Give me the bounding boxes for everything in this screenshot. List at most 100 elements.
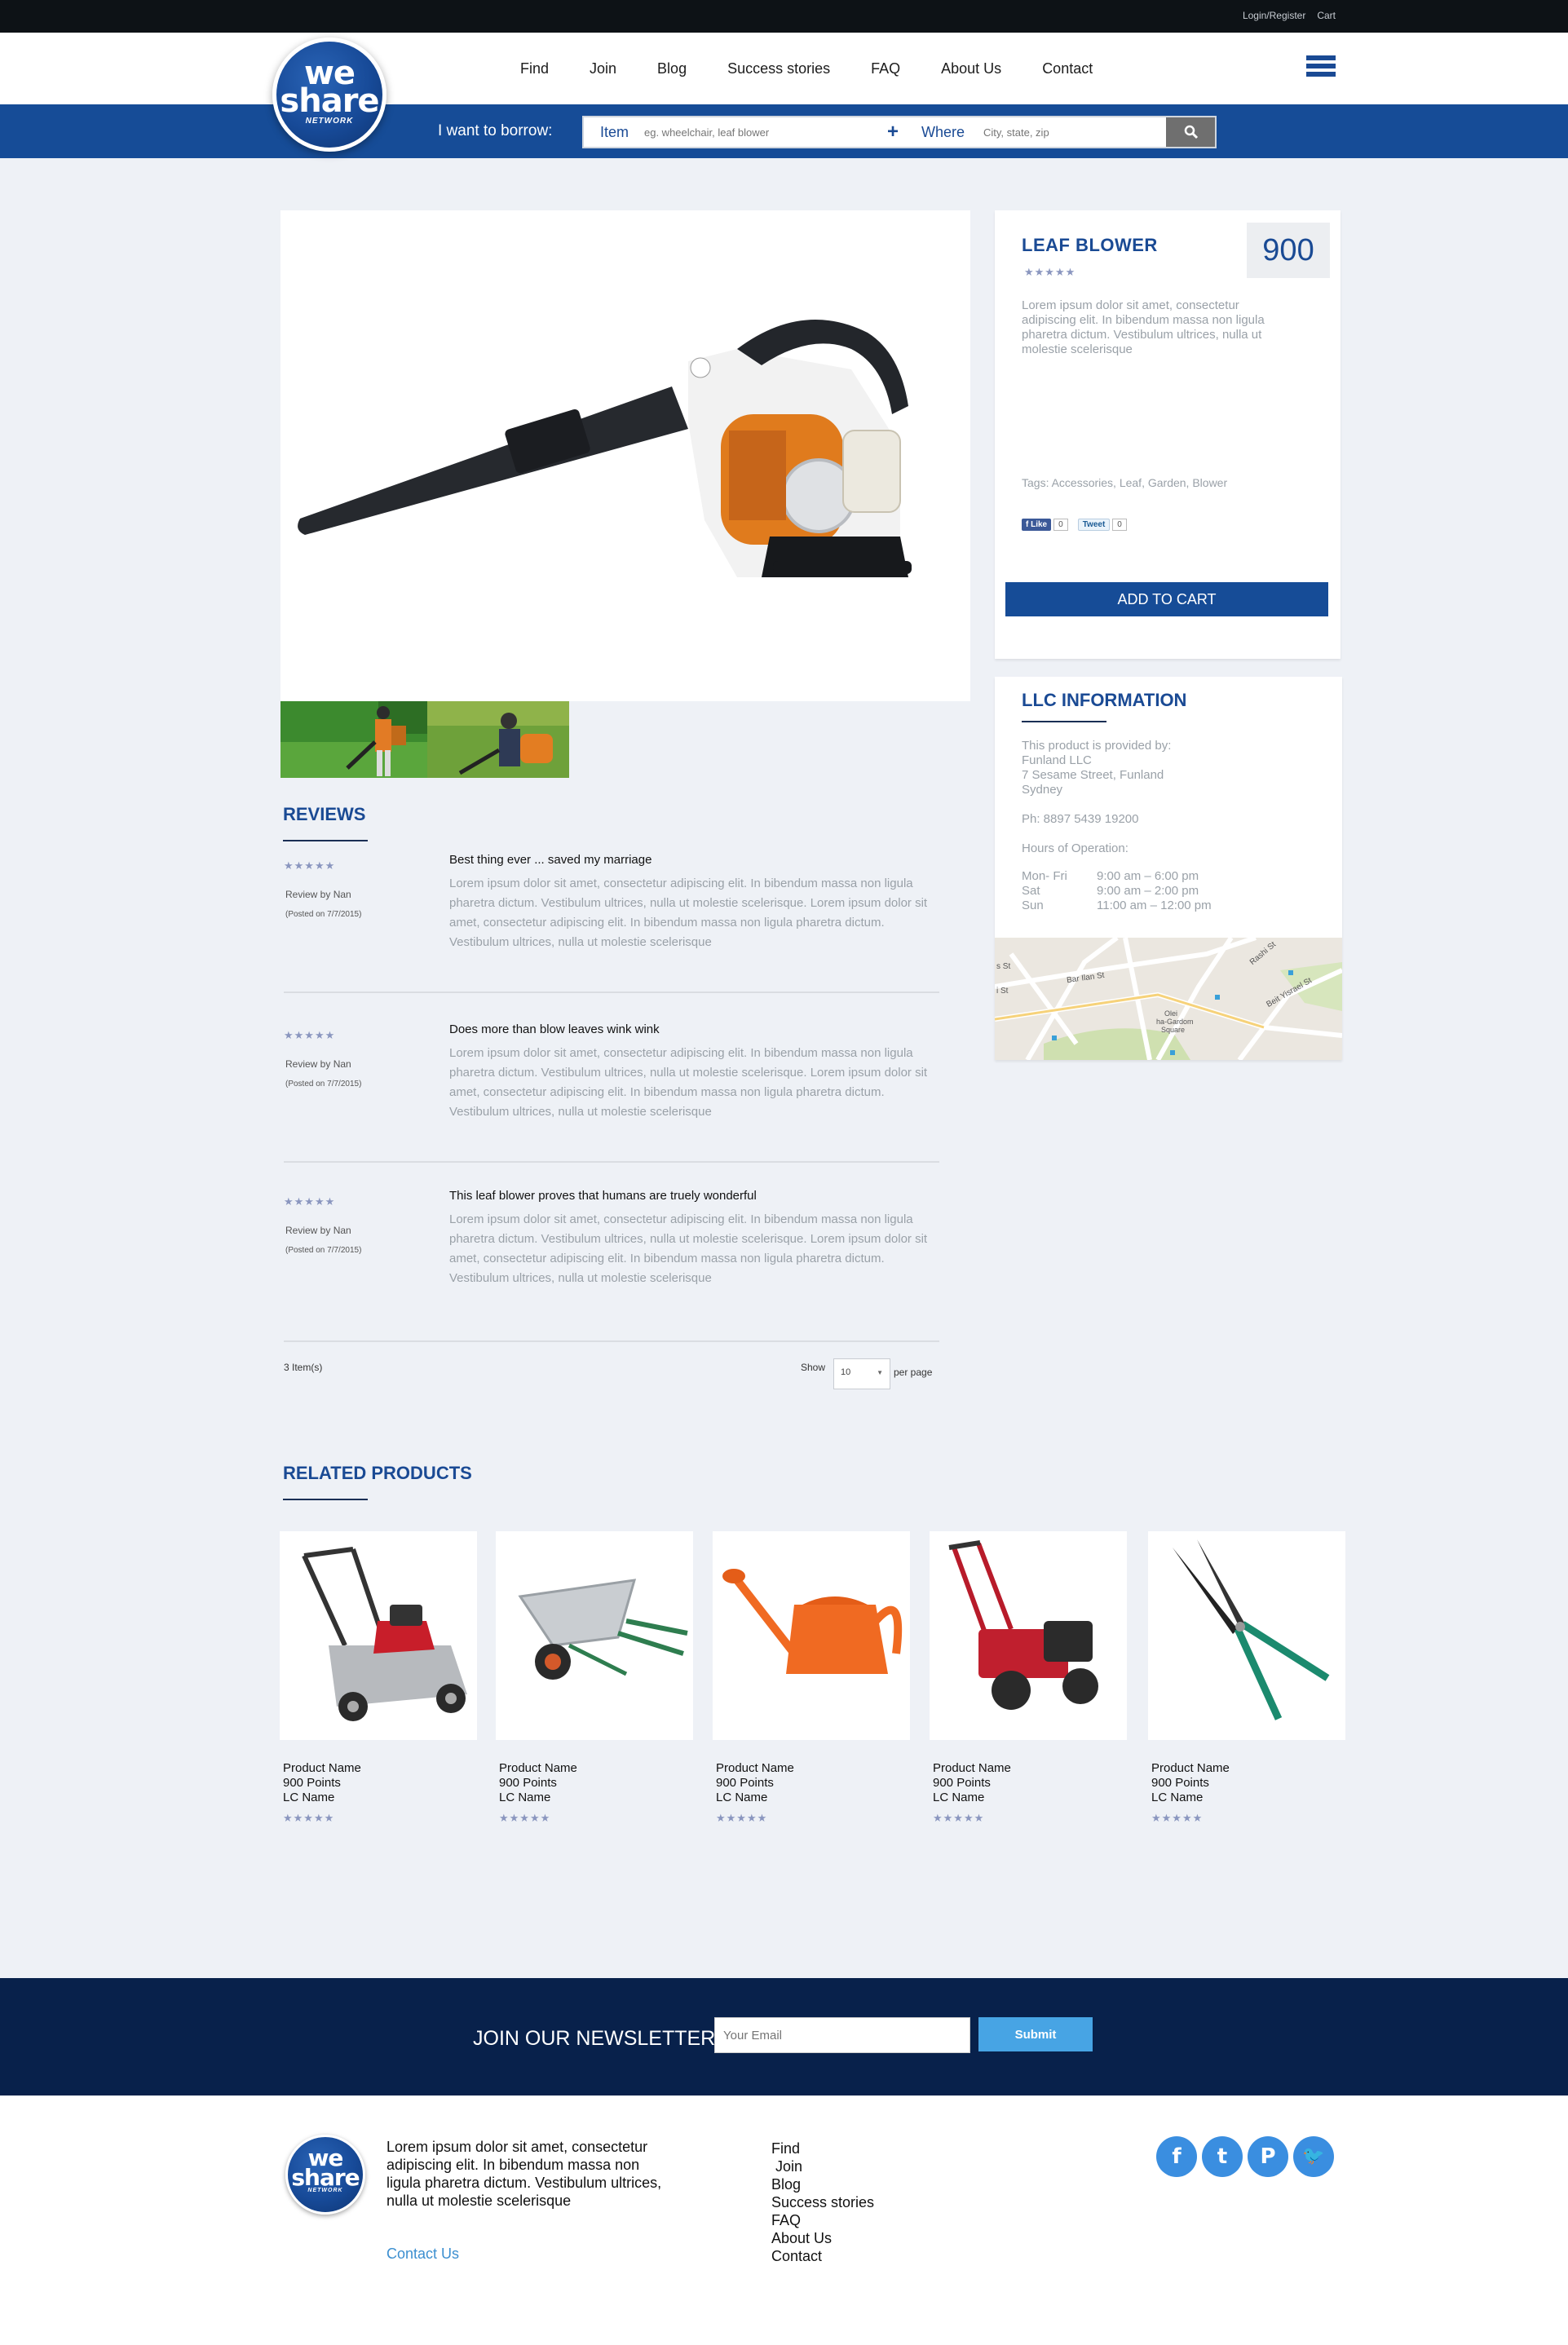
nav-about-us[interactable]: About Us (941, 60, 1001, 77)
llc-name: Funland LLC (1022, 753, 1092, 767)
related-product-card[interactable]: Product Name 900 Points LC Name ★★★★★ (713, 1531, 910, 1825)
related-product-stars: ★★★★★ (1151, 1812, 1204, 1824)
like-count: 0 (1053, 519, 1068, 531)
related-product-name: Product Name (1151, 1761, 1230, 1775)
related-product-stars: ★★★★★ (716, 1812, 768, 1824)
hours-day: Sat (1022, 884, 1040, 898)
tweet-count: 0 (1112, 519, 1127, 531)
item-search-input[interactable] (644, 123, 872, 141)
product-title: LEAF BLOWER (1022, 235, 1158, 255)
pinterest-icon[interactable]: P (1248, 2136, 1288, 2177)
footer-contact-link[interactable]: Contact Us (386, 2246, 459, 2263)
search-button[interactable] (1166, 117, 1215, 147)
footer-logo[interactable]: we share NETWORK (285, 2135, 365, 2215)
product-rating-stars: ★★★★★ (1024, 266, 1076, 278)
social-links: f t P 🐦 (1156, 2136, 1334, 2177)
newsletter-email-input[interactable] (714, 2017, 970, 2053)
review-title: Does more than blow leaves wink wink (449, 1022, 660, 1036)
nav-faq[interactable]: FAQ (871, 60, 900, 77)
related-heading-underline (283, 1499, 368, 1500)
related-product-card[interactable]: Product Name 900 Points LC Name ★★★★★ (496, 1531, 693, 1825)
newsletter-submit-button[interactable]: Submit (978, 2017, 1093, 2051)
footer-nav-join[interactable]: Join (771, 2157, 874, 2175)
logo-share-text: share (280, 82, 379, 120)
footer-nav-faq[interactable]: FAQ (771, 2211, 874, 2229)
related-product-card[interactable]: Product Name 900 Points LC Name ★★★★★ (930, 1531, 1127, 1825)
related-product-name: Product Name (933, 1761, 1011, 1775)
related-product-llc: LC Name (716, 1791, 768, 1804)
tweet-label: Tweet (1077, 519, 1111, 531)
facebook-icon[interactable]: f (1156, 2136, 1197, 2177)
review-body: Lorem ipsum dolor sit amet, consectetur … (449, 1212, 928, 1285)
review-item-count: 3 Item(s) (284, 1362, 323, 1373)
footer-description: Lorem ipsum dolor sit amet, consectetur … (386, 2139, 662, 2209)
footer-nav-find[interactable]: Find (771, 2140, 874, 2157)
hours-title: Hours of Operation: (1022, 841, 1129, 855)
review-author: Review by Nan (285, 1225, 351, 1236)
lawn-mower-icon (280, 1531, 477, 1740)
product-price: 900 (1262, 233, 1314, 267)
thumbnail-1[interactable] (280, 701, 427, 778)
share-buttons: f Like 0 Tweet 0 (1022, 519, 1127, 531)
nav-success-stories[interactable]: Success stories (727, 60, 830, 77)
tumblr-icon[interactable]: t (1202, 2136, 1243, 2177)
reviews-heading: REVIEWS (283, 804, 366, 824)
location-map[interactable]: Bar Ilan St Rashi St Beit Yisrael St Ole… (995, 938, 1342, 1060)
footer-nav-about-us[interactable]: About Us (771, 2229, 874, 2247)
related-product-points: 900 Points (1151, 1776, 1209, 1790)
related-product-points: 900 Points (499, 1776, 557, 1790)
related-product-points: 900 Points (716, 1776, 774, 1790)
add-to-cart-button[interactable]: ADD TO CART (1005, 582, 1328, 616)
wheelbarrow-icon (496, 1531, 693, 1740)
llc-street: 7 Sesame Street, Funland (1022, 768, 1164, 782)
nav-find[interactable]: Find (520, 60, 549, 77)
map-label: s St (996, 962, 1011, 971)
we-share-logo[interactable]: we share NETWORK (272, 38, 386, 152)
product-main-image[interactable] (280, 210, 970, 701)
review-author: Review by Nan (285, 1058, 351, 1070)
footer-nav-blog[interactable]: Blog (771, 2175, 874, 2193)
review-body: Lorem ipsum dolor sit amet, consectetur … (449, 1046, 928, 1119)
related-product-llc: LC Name (933, 1791, 985, 1804)
leaf-blower-image (298, 320, 912, 577)
where-label: Where (921, 124, 965, 140)
related-product-stars: ★★★★★ (933, 1812, 985, 1824)
login-register-link[interactable]: Login/Register (1243, 10, 1305, 21)
hamburger-menu-icon[interactable] (1306, 55, 1336, 78)
llc-information-card: LLC INFORMATION This product is provided… (995, 677, 1342, 1060)
watering-can-icon (713, 1531, 910, 1740)
chevron-down-icon: ▼ (877, 1369, 883, 1376)
review-divider (284, 1340, 939, 1342)
nav-blog[interactable]: Blog (657, 60, 687, 77)
borrow-label: I want to borrow: (438, 122, 553, 139)
nav-contact[interactable]: Contact (1042, 60, 1093, 77)
review-date: (Posted on 7/7/2015) (285, 1246, 362, 1255)
related-product-stars: ★★★★★ (499, 1812, 551, 1824)
per-page-select[interactable]: 10 ▼ (833, 1358, 890, 1389)
product-thumbnails (280, 701, 574, 778)
thumbnail-2[interactable] (427, 701, 574, 778)
related-products-heading: RELATED PRODUCTS (283, 1463, 472, 1483)
add-item-plus-icon[interactable]: + (887, 121, 899, 144)
llc-phone: Ph: 8897 5439 19200 (1022, 812, 1139, 826)
product-description: Lorem ipsum dolor sit amet, consectetur … (1022, 298, 1265, 356)
cart-link[interactable]: Cart (1317, 10, 1336, 21)
hours-time: 11:00 am – 12:00 pm (1097, 899, 1212, 912)
map-label: Square (1161, 1026, 1186, 1034)
per-page-value: 10 (841, 1367, 851, 1377)
tweet-button[interactable]: Tweet 0 (1077, 519, 1127, 531)
map-label: i St (996, 987, 1009, 996)
review-date: (Posted on 7/7/2015) (285, 1080, 362, 1089)
nav-join[interactable]: Join (590, 60, 616, 77)
related-product-card[interactable]: Product Name 900 Points LC Name ★★★★★ (1148, 1531, 1345, 1825)
hours-time: 9:00 am – 6:00 pm (1097, 869, 1199, 883)
hours-day: Sun (1022, 899, 1044, 912)
where-location-input[interactable] (983, 123, 1146, 141)
footer-nav-contact[interactable]: Contact (771, 2247, 874, 2265)
twitter-icon[interactable]: 🐦 (1293, 2136, 1334, 2177)
footer-nav-success-stories[interactable]: Success stories (771, 2193, 874, 2211)
hours-list: Mon- Fri 9:00 am – 6:00 pm Sat 9:00 am – 2… (1022, 869, 1212, 913)
related-product-llc: LC Name (283, 1791, 335, 1804)
related-product-card[interactable]: Product Name 900 Points LC Name ★★★★★ (280, 1531, 477, 1825)
facebook-like-button[interactable]: f Like 0 (1022, 519, 1068, 531)
